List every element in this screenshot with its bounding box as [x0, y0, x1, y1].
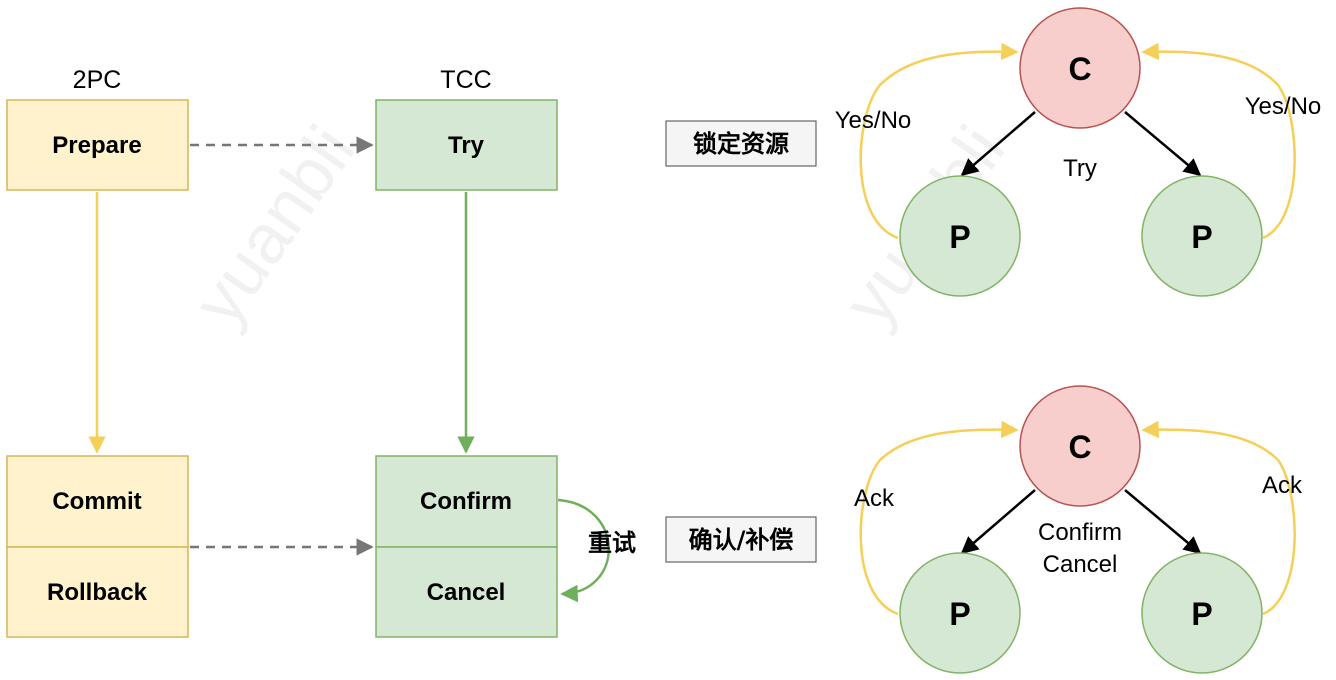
- commit-label: Commit: [52, 488, 141, 515]
- title-2pc: 2PC: [73, 66, 122, 94]
- top-vote-left-label: Yes/No: [835, 107, 912, 134]
- top-participant-right-label: P: [1191, 219, 1212, 255]
- retry-label: 重试: [588, 529, 636, 557]
- title-tcc: TCC: [440, 66, 491, 94]
- bottom-c-to-right-p-arrow: [1124, 489, 1202, 555]
- diagram-canvas: yuanbli yuanbli 2PC TCC Prepare Commit R…: [6, 7, 1322, 674]
- rollback-label: Rollback: [47, 579, 148, 606]
- top-vote-right-label: Yes/No: [1245, 93, 1322, 120]
- bottom-participant-right-label: P: [1191, 596, 1212, 632]
- bottom-ack-left-label: Ack: [854, 485, 895, 512]
- top-participant-left-label: P: [949, 219, 970, 255]
- bottom-participant-left-label: P: [949, 596, 970, 632]
- confirm-label: Confirm: [420, 488, 512, 515]
- bottom-edge-label-confirm: Confirm: [1038, 519, 1122, 546]
- top-edge-label: Try: [1063, 155, 1097, 182]
- lock-resource-label: 锁定资源: [693, 130, 789, 158]
- confirm-compensate-label: 确认/补偿: [689, 526, 794, 554]
- top-coordinator-label: C: [1068, 51, 1091, 87]
- prepare-label: Prepare: [52, 132, 141, 159]
- bottom-ack-right-label: Ack: [1262, 472, 1303, 499]
- bottom-c-to-left-p-arrow: [960, 489, 1036, 555]
- try-label: Try: [448, 132, 485, 159]
- top-c-to-right-p-arrow: [1124, 111, 1202, 177]
- bottom-coordinator-label: C: [1068, 429, 1091, 465]
- cancel-label: Cancel: [427, 579, 506, 606]
- bottom-edge-label-cancel: Cancel: [1043, 551, 1118, 578]
